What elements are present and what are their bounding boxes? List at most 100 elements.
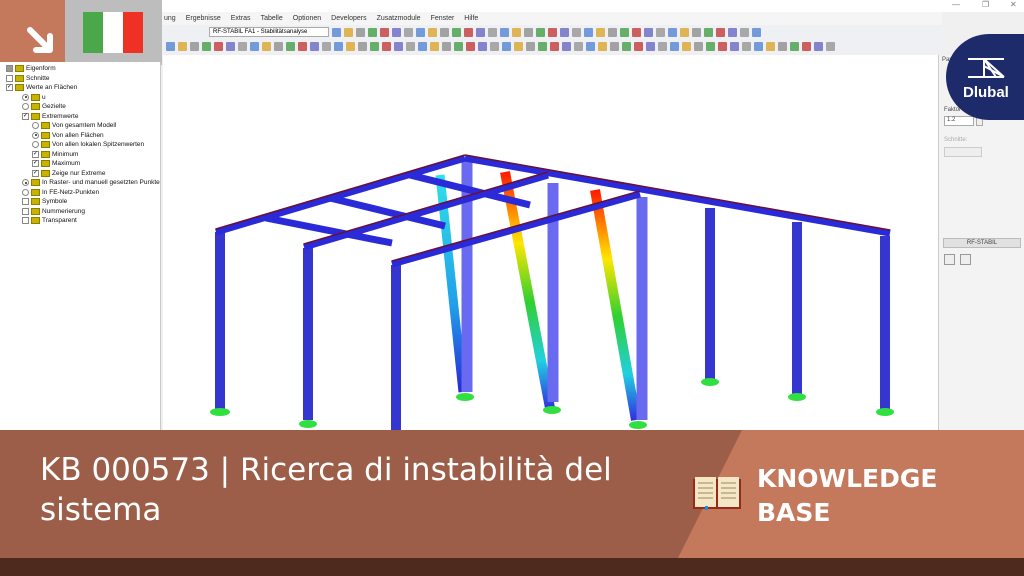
radio-button[interactable] <box>22 93 29 101</box>
toolbar-button-icon[interactable] <box>478 41 487 51</box>
toolbar-button-icon[interactable] <box>298 41 307 51</box>
checkbox[interactable]: ✓ <box>32 160 39 167</box>
menu-item[interactable]: Tabelle <box>261 15 283 22</box>
toolbar-button-icon[interactable] <box>310 41 319 51</box>
tree-item[interactable]: u <box>22 93 46 102</box>
toolbar-button-icon[interactable] <box>500 27 509 37</box>
checkbox[interactable]: ✓ <box>22 112 29 120</box>
toolbar-button-icon[interactable] <box>368 27 377 37</box>
menu-item[interactable]: Extras <box>231 15 251 22</box>
toolbar-button-icon[interactable] <box>322 41 331 51</box>
tree-item[interactable]: Eigenform <box>6 64 56 73</box>
restore-icon[interactable]: ❐ <box>982 0 989 9</box>
toolbar-button-icon[interactable] <box>514 41 523 51</box>
toolbar-button-icon[interactable] <box>502 41 511 51</box>
tree-item[interactable]: Schnitte <box>6 74 50 83</box>
toolbar-button-icon[interactable] <box>560 27 569 37</box>
edit-icon[interactable] <box>944 254 955 265</box>
menu-item[interactable]: Zusatzmodule <box>377 15 421 22</box>
tree-item[interactable]: Gezielte <box>22 102 66 111</box>
toolbar-button-icon[interactable] <box>406 41 415 51</box>
tree-item[interactable]: In Raster- und manuell gesetzten Punkte <box>22 178 160 187</box>
load-case-select[interactable]: RF-STABIL FA1 - Stabilitätsanalyse <box>209 27 329 37</box>
toolbar-button-icon[interactable] <box>202 41 211 51</box>
toolbar-button-icon[interactable] <box>442 41 451 51</box>
toolbar-button-icon[interactable] <box>598 41 607 51</box>
toolbar-button-icon[interactable] <box>452 27 461 37</box>
toolbar-button-icon[interactable] <box>332 27 341 37</box>
toolbar-button-icon[interactable] <box>680 27 689 37</box>
toolbar-button-icon[interactable] <box>548 27 557 37</box>
toolbar-button-icon[interactable] <box>740 27 749 37</box>
toolbar-button-icon[interactable] <box>632 27 641 37</box>
toolbar-button-icon[interactable] <box>430 41 439 51</box>
radio-button[interactable] <box>22 179 29 186</box>
toolbar-button-icon[interactable] <box>656 27 665 37</box>
checkbox[interactable] <box>22 207 29 215</box>
toolbar-button-icon[interactable] <box>490 41 499 51</box>
toolbar-button-icon[interactable] <box>730 41 739 51</box>
tree-item[interactable]: Transparent <box>22 216 77 225</box>
menu-item[interactable]: Hilfe <box>464 15 478 22</box>
toolbar-button-icon[interactable] <box>608 27 617 37</box>
toolbar-button-icon[interactable] <box>802 41 811 51</box>
tree-item[interactable]: Von allen lokalen Spitzenwerten <box>32 140 144 149</box>
toolbar-button-icon[interactable] <box>262 41 271 51</box>
toolbar-button-icon[interactable] <box>704 27 713 37</box>
menu-item[interactable]: Ergebnisse <box>186 15 221 22</box>
toolbar-button-icon[interactable] <box>682 41 691 51</box>
checkbox[interactable] <box>22 217 29 224</box>
toolbar-button-icon[interactable] <box>226 41 235 51</box>
close-icon[interactable]: ✕ <box>1010 0 1017 9</box>
checkbox[interactable] <box>22 198 29 205</box>
toolbar-button-icon[interactable] <box>250 41 259 51</box>
toolbar-button-icon[interactable] <box>418 41 427 51</box>
toolbar-button-icon[interactable] <box>358 41 367 51</box>
toolbar-button-icon[interactable] <box>692 27 701 37</box>
menu-item[interactable]: Developers <box>331 15 366 22</box>
toolbar-button-icon[interactable] <box>536 27 545 37</box>
tree-item[interactable]: ✓ Extremwerte <box>22 112 78 121</box>
toolbar-button-icon[interactable] <box>382 41 391 51</box>
toolbar-button-icon[interactable] <box>454 41 463 51</box>
toolbar-button-icon[interactable] <box>646 41 655 51</box>
tree-item[interactable]: ✓ Minimum <box>32 150 78 159</box>
toolbar-button-icon[interactable] <box>538 41 547 51</box>
toolbar-button-icon[interactable] <box>694 41 703 51</box>
toolbar-button-icon[interactable] <box>214 41 223 51</box>
toolbar-button-icon[interactable] <box>814 41 823 51</box>
toolbar-button-icon[interactable] <box>346 41 355 51</box>
print-icon[interactable] <box>960 254 971 265</box>
faktor-input[interactable]: 1.2 <box>944 116 974 126</box>
toolbar-button-icon[interactable] <box>668 27 677 37</box>
toolbar-button-icon[interactable] <box>718 41 727 51</box>
toolbar-button-icon[interactable] <box>190 41 199 51</box>
radio-button[interactable] <box>32 131 39 139</box>
toolbar-button-icon[interactable] <box>658 41 667 51</box>
menu-item[interactable]: ung <box>164 15 176 22</box>
rf-stabil-button[interactable]: RF-STABIL <box>943 238 1021 248</box>
toolbar-button-icon[interactable] <box>274 41 283 51</box>
toolbar-button-icon[interactable] <box>670 41 679 51</box>
toolbar-button-icon[interactable] <box>778 41 787 51</box>
toolbar-button-icon[interactable] <box>610 41 619 51</box>
toolbar-button-icon[interactable] <box>790 41 799 51</box>
checkbox[interactable]: ✓ <box>32 169 39 177</box>
toolbar-button-icon[interactable] <box>166 41 175 51</box>
toolbar-button-icon[interactable] <box>634 41 643 51</box>
toolbar-button-icon[interactable] <box>572 27 581 37</box>
toolbar-button-icon[interactable] <box>596 27 605 37</box>
toolbar-button-icon[interactable] <box>488 27 497 37</box>
toolbar-button-icon[interactable] <box>238 41 247 51</box>
toolbar-button-icon[interactable] <box>440 27 449 37</box>
toolbar-button-icon[interactable] <box>622 41 631 51</box>
toolbar-button-icon[interactable] <box>526 41 535 51</box>
radio-button[interactable] <box>32 122 39 129</box>
radio-button[interactable] <box>32 141 39 148</box>
toolbar-button-icon[interactable] <box>562 41 571 51</box>
toolbar-button-icon[interactable] <box>586 41 595 51</box>
tree-item[interactable]: Von gesamtem Modell <box>32 121 116 130</box>
toolbar-button-icon[interactable] <box>752 27 761 37</box>
toolbar-button-icon[interactable] <box>728 27 737 37</box>
toolbar-button-icon[interactable] <box>370 41 379 51</box>
